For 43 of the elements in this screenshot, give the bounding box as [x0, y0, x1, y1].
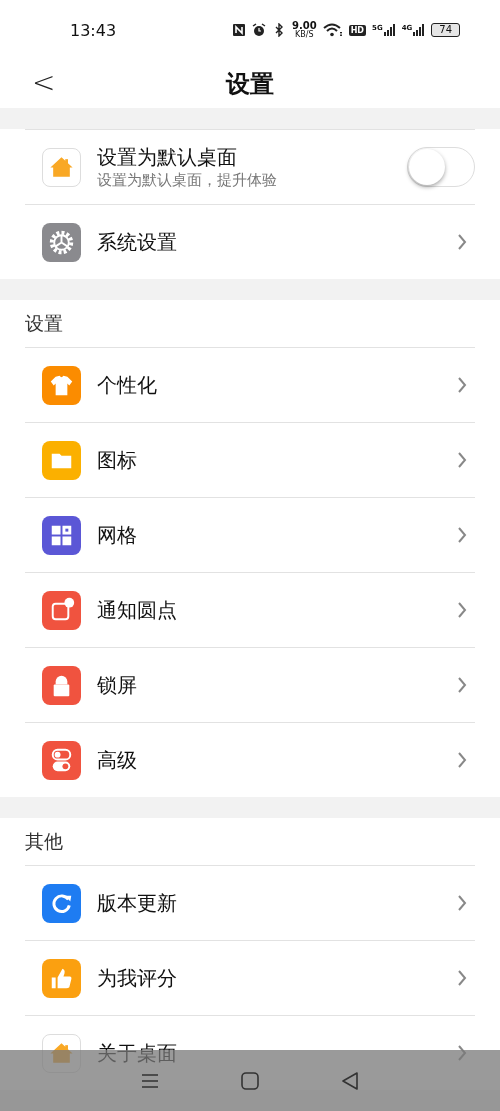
nfc-icon — [232, 23, 246, 37]
chevron-right-icon — [457, 233, 467, 251]
chevron-right-icon — [457, 451, 467, 469]
page-title: 设置 — [226, 69, 274, 100]
grid-icon — [42, 515, 81, 555]
alarm-clock-icon — [252, 23, 266, 37]
setting-description: 设置为默认桌面，提升体验 — [97, 171, 278, 190]
thumbs-up-icon — [42, 958, 81, 998]
setting-title: 设置为默认桌面 — [97, 144, 238, 171]
chevron-right-icon — [457, 894, 467, 912]
chevron-right-icon — [457, 526, 467, 544]
list-item[interactable]: 图标 — [25, 422, 475, 497]
chevron-right-icon — [457, 676, 467, 694]
list-item[interactable]: 通知圆点 — [25, 572, 475, 647]
list-item[interactable]: 网格 — [25, 497, 475, 572]
hd-voice-badge: HD — [348, 24, 366, 36]
list-item[interactable]: 高级 — [25, 722, 475, 797]
chevron-right-icon — [457, 601, 467, 619]
list-item[interactable]: 为我评分 — [25, 940, 475, 1015]
list-item[interactable]: 版本更新 — [25, 865, 475, 940]
folder-icon — [42, 440, 81, 480]
list-item[interactable]: 锁屏 — [25, 647, 475, 722]
refresh-icon — [42, 883, 81, 923]
section-header: 其他 — [25, 828, 64, 854]
battery-indicator: 74 — [431, 23, 460, 37]
back-button[interactable]: < — [28, 66, 60, 99]
chevron-right-icon — [457, 751, 467, 769]
home-icon[interactable] — [240, 1070, 260, 1091]
shirt-icon — [42, 365, 81, 405]
section-header: 设置 — [25, 310, 64, 336]
list-item[interactable]: 个性化 — [25, 347, 475, 422]
back-icon[interactable] — [340, 1070, 360, 1091]
network-speed: 9.00 KB/S — [292, 21, 317, 39]
toggles-icon — [42, 740, 81, 780]
lock-icon — [42, 665, 81, 705]
chevron-right-icon — [457, 969, 467, 987]
list-item[interactable]: 系统设置 — [25, 204, 475, 279]
status-time: 13:43 — [70, 20, 117, 40]
gear-icon — [42, 222, 81, 262]
wifi-icon — [322, 23, 343, 37]
toggle-switch[interactable] — [407, 147, 475, 187]
house-icon — [42, 147, 81, 187]
chevron-right-icon — [457, 376, 467, 394]
